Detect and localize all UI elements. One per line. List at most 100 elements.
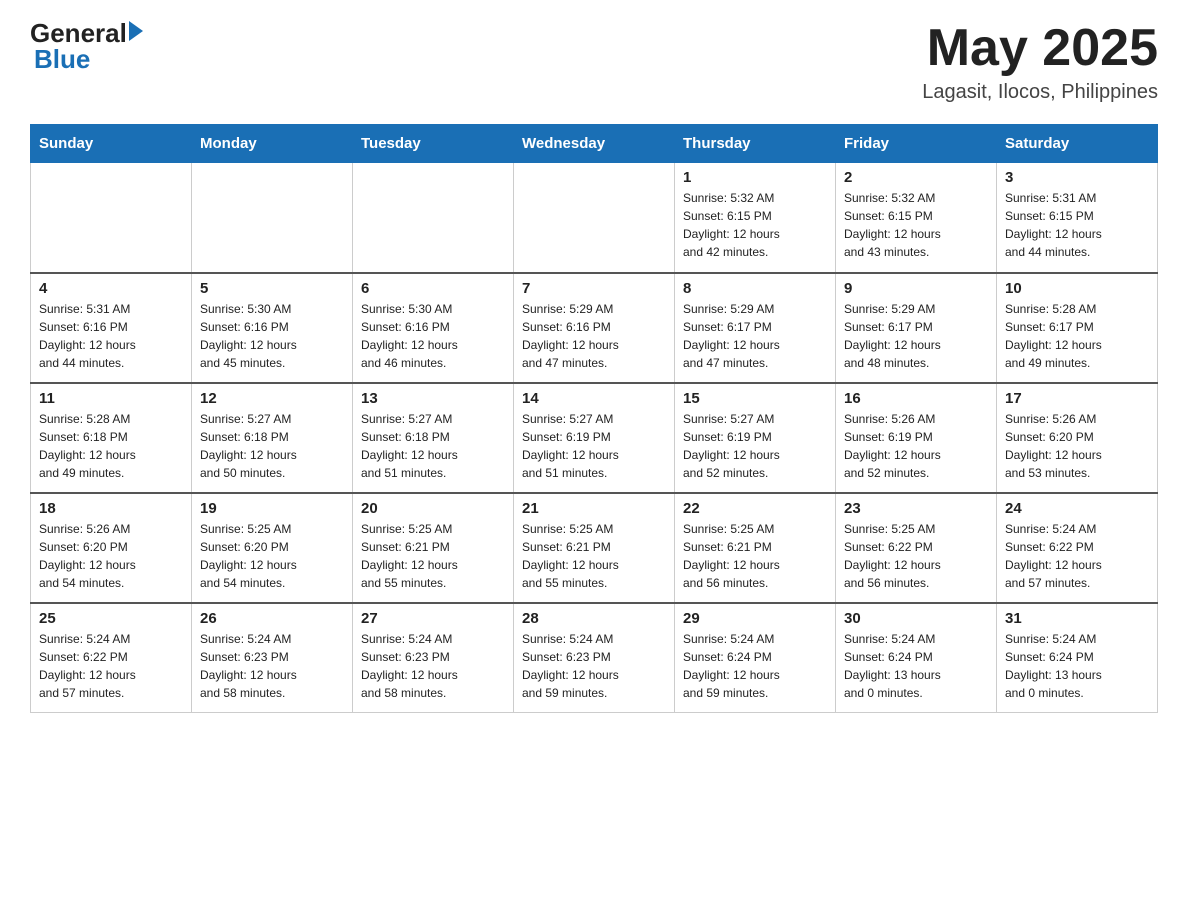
day-number: 15 xyxy=(683,390,827,407)
calendar-cell: 12Sunrise: 5:27 AM Sunset: 6:18 PM Dayli… xyxy=(192,383,353,493)
calendar-cell: 2 Sunrise: 5:32 AM Sunset: 6:15 PM Daylig… xyxy=(836,163,997,273)
calendar-cell: 15 Sunrise: 5:27 AM Sunset: 6:19 PM Dayli… xyxy=(675,383,836,493)
calendar-cell: 24 Sunrise: 5:24 AM Sunset: 6:22 PM Dayli… xyxy=(997,493,1158,603)
day-info: Sunrise: 5:28 AM Sunset: 6:17 PM Dayligh… xyxy=(1005,300,1149,372)
day-info: Sunrise: 5:28 AM Sunset: 6:18 PM Dayligh… xyxy=(39,410,183,482)
day-info: Sunrise: 5:30 AM Sunset: 6:16 PM Dayligh… xyxy=(200,300,344,372)
day-number: 3 xyxy=(1005,169,1149,186)
day-number: 25 xyxy=(39,610,183,627)
page-header: General Blue May 2025 Lagasit, Ilocos, P… xyxy=(30,20,1158,104)
day-number: 9 xyxy=(844,280,988,297)
calendar-cell: 3 Sunrise: 5:31 AM Sunset: 6:15 PM Daylig… xyxy=(997,163,1158,273)
day-number: 20 xyxy=(361,500,505,517)
weekday-header-monday: Monday xyxy=(192,125,353,163)
day-info: Sunrise: 5:25 AM Sunset: 6:21 PM Dayligh… xyxy=(361,520,505,592)
day-info: Sunrise: 5:25 AM Sunset: 6:21 PM Dayligh… xyxy=(522,520,666,592)
day-number: 12 xyxy=(200,390,344,407)
calendar-cell: 10 Sunrise: 5:28 AM Sunset: 6:17 PM Dayli… xyxy=(997,273,1158,383)
day-info: Sunrise: 5:32 AM Sunset: 6:15 PM Dayligh… xyxy=(683,189,827,261)
calendar-cell: 11 Sunrise: 5:28 AM Sunset: 6:18 PM Dayli… xyxy=(31,383,192,493)
day-number: 29 xyxy=(683,610,827,627)
calendar-cell: 27 Sunrise: 5:24 AM Sunset: 6:23 PM Dayli… xyxy=(353,603,514,713)
calendar-cell: 6Sunrise: 5:30 AM Sunset: 6:16 PM Daylig… xyxy=(353,273,514,383)
calendar-cell: 29 Sunrise: 5:24 AM Sunset: 6:24 PM Dayli… xyxy=(675,603,836,713)
logo-blue: Blue xyxy=(34,44,90,74)
calendar-cell: 23Sunrise: 5:25 AM Sunset: 6:22 PM Dayli… xyxy=(836,493,997,603)
calendar-cell: 26 Sunrise: 5:24 AM Sunset: 6:23 PM Dayli… xyxy=(192,603,353,713)
calendar-cell: 9Sunrise: 5:29 AM Sunset: 6:17 PM Daylig… xyxy=(836,273,997,383)
weekday-header-thursday: Thursday xyxy=(675,125,836,163)
day-info: Sunrise: 5:27 AM Sunset: 6:19 PM Dayligh… xyxy=(683,410,827,482)
calendar-week-row: 4Sunrise: 5:31 AM Sunset: 6:16 PM Daylig… xyxy=(31,273,1158,383)
day-number: 8 xyxy=(683,280,827,297)
day-number: 30 xyxy=(844,610,988,627)
day-number: 27 xyxy=(361,610,505,627)
day-info: Sunrise: 5:26 AM Sunset: 6:20 PM Dayligh… xyxy=(39,520,183,592)
calendar-cell: 28Sunrise: 5:24 AM Sunset: 6:23 PM Dayli… xyxy=(514,603,675,713)
day-number: 5 xyxy=(200,280,344,297)
calendar-table: SundayMondayTuesdayWednesdayThursdayFrid… xyxy=(30,124,1158,713)
calendar-cell: 25Sunrise: 5:24 AM Sunset: 6:22 PM Dayli… xyxy=(31,603,192,713)
day-number: 18 xyxy=(39,500,183,517)
day-info: Sunrise: 5:31 AM Sunset: 6:15 PM Dayligh… xyxy=(1005,189,1149,261)
weekday-header-friday: Friday xyxy=(836,125,997,163)
weekday-header-wednesday: Wednesday xyxy=(514,125,675,163)
calendar-week-row: 11 Sunrise: 5:28 AM Sunset: 6:18 PM Dayli… xyxy=(31,383,1158,493)
day-info: Sunrise: 5:27 AM Sunset: 6:19 PM Dayligh… xyxy=(522,410,666,482)
calendar-week-row: 18 Sunrise: 5:26 AM Sunset: 6:20 PM Dayli… xyxy=(31,493,1158,603)
day-number: 1 xyxy=(683,169,827,186)
day-info: Sunrise: 5:24 AM Sunset: 6:23 PM Dayligh… xyxy=(522,630,666,702)
day-info: Sunrise: 5:27 AM Sunset: 6:18 PM Dayligh… xyxy=(361,410,505,482)
day-info: Sunrise: 5:26 AM Sunset: 6:20 PM Dayligh… xyxy=(1005,410,1149,482)
day-number: 17 xyxy=(1005,390,1149,407)
day-number: 31 xyxy=(1005,610,1149,627)
day-number: 7 xyxy=(522,280,666,297)
day-number: 19 xyxy=(200,500,344,517)
day-number: 16 xyxy=(844,390,988,407)
day-info: Sunrise: 5:24 AM Sunset: 6:22 PM Dayligh… xyxy=(1005,520,1149,592)
calendar-week-row: 25Sunrise: 5:24 AM Sunset: 6:22 PM Dayli… xyxy=(31,603,1158,713)
day-number: 2 xyxy=(844,169,988,186)
calendar-cell xyxy=(192,163,353,273)
day-info: Sunrise: 5:25 AM Sunset: 6:21 PM Dayligh… xyxy=(683,520,827,592)
day-number: 22 xyxy=(683,500,827,517)
day-info: Sunrise: 5:24 AM Sunset: 6:24 PM Dayligh… xyxy=(844,630,988,702)
calendar-cell: 5 Sunrise: 5:30 AM Sunset: 6:16 PM Daylig… xyxy=(192,273,353,383)
day-number: 10 xyxy=(1005,280,1149,297)
calendar-cell: 4Sunrise: 5:31 AM Sunset: 6:16 PM Daylig… xyxy=(31,273,192,383)
logo: General Blue xyxy=(30,20,143,73)
weekday-header-saturday: Saturday xyxy=(997,125,1158,163)
title-block: May 2025 Lagasit, Ilocos, Philippines xyxy=(922,20,1158,104)
calendar-cell: 1 Sunrise: 5:32 AM Sunset: 6:15 PM Daylig… xyxy=(675,163,836,273)
calendar-cell: 31 Sunrise: 5:24 AM Sunset: 6:24 PM Dayli… xyxy=(997,603,1158,713)
day-info: Sunrise: 5:24 AM Sunset: 6:24 PM Dayligh… xyxy=(683,630,827,702)
day-info: Sunrise: 5:30 AM Sunset: 6:16 PM Dayligh… xyxy=(361,300,505,372)
day-number: 24 xyxy=(1005,500,1149,517)
calendar-cell: 22 Sunrise: 5:25 AM Sunset: 6:21 PM Dayli… xyxy=(675,493,836,603)
month-title: May 2025 xyxy=(922,20,1158,77)
logo-general: General xyxy=(30,20,127,46)
calendar-cell: 21 Sunrise: 5:25 AM Sunset: 6:21 PM Dayli… xyxy=(514,493,675,603)
calendar-cell: 8 Sunrise: 5:29 AM Sunset: 6:17 PM Daylig… xyxy=(675,273,836,383)
day-number: 13 xyxy=(361,390,505,407)
weekday-header-row: SundayMondayTuesdayWednesdayThursdayFrid… xyxy=(31,125,1158,163)
calendar-cell xyxy=(514,163,675,273)
day-number: 11 xyxy=(39,390,183,407)
day-info: Sunrise: 5:24 AM Sunset: 6:24 PM Dayligh… xyxy=(1005,630,1149,702)
day-number: 21 xyxy=(522,500,666,517)
day-info: Sunrise: 5:24 AM Sunset: 6:23 PM Dayligh… xyxy=(361,630,505,702)
calendar-cell: 19Sunrise: 5:25 AM Sunset: 6:20 PM Dayli… xyxy=(192,493,353,603)
calendar-cell: 17 Sunrise: 5:26 AM Sunset: 6:20 PM Dayli… xyxy=(997,383,1158,493)
day-info: Sunrise: 5:29 AM Sunset: 6:17 PM Dayligh… xyxy=(683,300,827,372)
day-info: Sunrise: 5:25 AM Sunset: 6:22 PM Dayligh… xyxy=(844,520,988,592)
day-info: Sunrise: 5:26 AM Sunset: 6:19 PM Dayligh… xyxy=(844,410,988,482)
calendar-week-row: 1 Sunrise: 5:32 AM Sunset: 6:15 PM Daylig… xyxy=(31,163,1158,273)
day-info: Sunrise: 5:24 AM Sunset: 6:23 PM Dayligh… xyxy=(200,630,344,702)
weekday-header-sunday: Sunday xyxy=(31,125,192,163)
weekday-header-tuesday: Tuesday xyxy=(353,125,514,163)
day-info: Sunrise: 5:32 AM Sunset: 6:15 PM Dayligh… xyxy=(844,189,988,261)
logo-arrow-icon xyxy=(129,21,143,41)
calendar-cell: 20 Sunrise: 5:25 AM Sunset: 6:21 PM Dayli… xyxy=(353,493,514,603)
day-number: 26 xyxy=(200,610,344,627)
calendar-cell: 7Sunrise: 5:29 AM Sunset: 6:16 PM Daylig… xyxy=(514,273,675,383)
